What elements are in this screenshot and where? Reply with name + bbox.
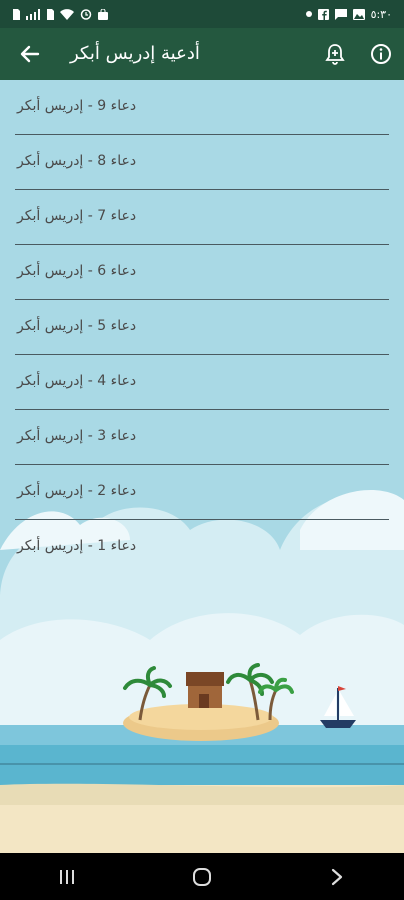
dua-label: دعاء 5 - إدريس أبكر (17, 318, 137, 334)
shopping-icon (98, 8, 108, 20)
sim-icon (13, 8, 20, 20)
facebook-icon (317, 8, 329, 20)
dua-label: دعاء 8 - إدريس أبكر (17, 153, 137, 169)
signal-icon (26, 8, 40, 20)
system-nav-bar (0, 853, 404, 900)
recents-icon (60, 869, 75, 884)
app-bar: أدعية إدريس أبكر (0, 28, 404, 80)
arrow-left-icon (20, 45, 40, 63)
page-title: أدعية إدريس أبكر (70, 43, 200, 64)
notification-button[interactable] (320, 39, 350, 69)
back-icon (331, 868, 342, 885)
list-item[interactable]: دعاء 1 - إدريس أبكر (15, 520, 389, 575)
dua-label: دعاء 1 - إدريس أبكر (17, 538, 137, 554)
back-button[interactable] (14, 38, 46, 70)
message-icon (334, 8, 347, 20)
list-item[interactable]: دعاء 6 - إدريس أبكر (15, 245, 389, 300)
dua-label: دعاء 7 - إدريس أبكر (17, 208, 137, 224)
info-button[interactable] (366, 39, 396, 69)
dua-label: دعاء 3 - إدريس أبكر (17, 428, 137, 444)
list-item[interactable]: دعاء 2 - إدريس أبكر (15, 465, 389, 520)
dua-label: دعاء 9 - إدريس أبكر (17, 98, 137, 114)
dua-label: دعاء 2 - إدريس أبكر (17, 483, 137, 499)
list-item[interactable]: دعاء 7 - إدريس أبكر (15, 190, 389, 245)
dua-label: دعاء 4 - إدريس أبكر (17, 373, 137, 389)
list-item[interactable]: دعاء 8 - إدريس أبكر (15, 135, 389, 190)
list-item[interactable]: دعاء 4 - إدريس أبكر (15, 355, 389, 410)
image-icon (352, 8, 365, 20)
list-item[interactable]: دعاء 3 - إدريس أبكر (15, 410, 389, 465)
status-time: ٥:٣٠ (370, 7, 392, 21)
wifi-icon (60, 8, 74, 20)
sim-icon (47, 8, 54, 20)
dua-list: دعاء 9 - إدريس أبكر دعاء 8 - إدريس أبكر … (0, 80, 404, 575)
status-right-icons: ٥:٣٠ (305, 7, 392, 21)
bell-add-icon (325, 44, 345, 65)
list-item[interactable]: دعاء 9 - إدريس أبكر (15, 80, 389, 135)
recents-button[interactable] (37, 857, 97, 897)
status-left-icons (12, 8, 108, 20)
dot-icon (305, 11, 312, 17)
status-bar: ٥:٣٠ (0, 0, 404, 28)
dua-label: دعاء 6 - إدريس أبكر (17, 263, 137, 279)
info-icon (371, 44, 391, 64)
home-button[interactable] (172, 857, 232, 897)
home-icon (192, 867, 211, 886)
alarm-icon (80, 9, 92, 20)
list-item[interactable]: دعاء 5 - إدريس أبكر (15, 300, 389, 355)
nav-back-button[interactable] (307, 857, 367, 897)
